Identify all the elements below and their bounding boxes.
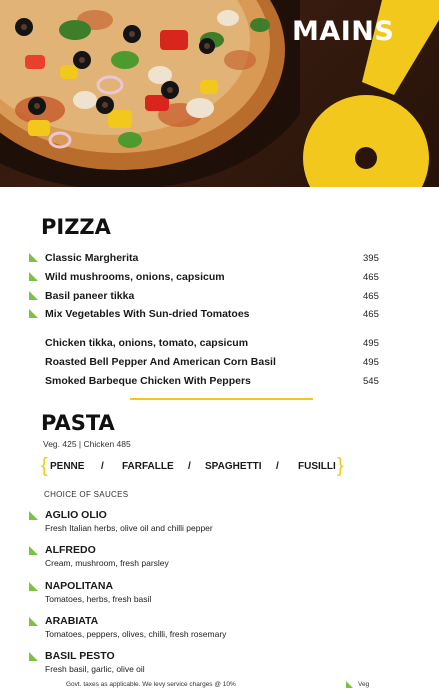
left-brace-icon: { [41,455,48,477]
veg-legend-label: Veg [358,681,370,688]
sauce-description: Fresh Italian herbs, olive oil and chill… [45,523,213,533]
item-price: 495 [363,357,379,368]
veg-indicator-icon [29,253,38,262]
sauce-description: Tomatoes, peppers, olives, chilli, fresh… [45,629,227,639]
pasta-type: SPAGHETTI [205,461,262,472]
pizza-item: Basil paneer tikka 465 [0,289,439,307]
separator: / [276,461,279,472]
sauce-item: NAPOLITANA Tomatoes, herbs, fresh basil [0,580,439,610]
separator: / [101,461,104,472]
veg-indicator-icon [29,582,38,591]
item-name: Smoked Barbeque Chicken With Peppers [45,375,251,387]
veg-indicator-icon [29,309,38,318]
item-name: Mix Vegetables With Sun-dried Tomatoes [45,308,250,320]
veg-indicator-icon [29,511,38,520]
item-name: Roasted Bell Pepper And American Corn Ba… [45,356,276,368]
veg-indicator-icon [29,291,38,300]
section-divider [130,398,313,400]
item-price: 495 [363,338,379,349]
sauce-name: NAPOLITANA [45,580,114,592]
pizza-item: Classic Margherita 395 [0,251,439,269]
sauce-heading: CHOICE OF SAUCES [44,490,129,499]
pizza-item: Roasted Bell Pepper And American Corn Ba… [0,355,439,373]
item-name: Basil paneer tikka [45,290,135,302]
pasta-types: { PENNE / FARFALLE / SPAGHETTI / FUSILLI… [41,456,344,478]
right-brace-icon: } [337,455,344,477]
page-title: MAINS [292,16,395,47]
pizza-photo [0,0,300,187]
item-price: 545 [363,376,379,387]
item-price: 465 [363,309,379,320]
separator: / [188,461,191,472]
sauce-name: ALFREDO [45,544,96,556]
pizza-item: Chicken tikka, onions, tomato, capsicum … [0,336,439,354]
sauce-description: Tomatoes, herbs, fresh basil [45,594,152,604]
sauce-description: Fresh basil, garlic, olive oil [45,664,145,674]
sauce-item: BASIL PESTO Fresh basil, garlic, olive o… [0,650,439,680]
veg-legend-icon [346,681,353,688]
pasta-prices: Veg. 425 | Chicken 485 [43,439,131,449]
item-name: Classic Margherita [45,252,139,264]
pizza-item: Smoked Barbeque Chicken With Peppers 545 [0,374,439,392]
veg-indicator-icon [29,272,38,281]
item-name: Wild mushrooms, onions, capsicum [45,271,225,283]
item-name: Chicken tikka, onions, tomato, capsicum [45,337,249,349]
sauce-item: ARABIATA Tomatoes, peppers, olives, chil… [0,615,439,645]
pizza-item: Mix Vegetables With Sun-dried Tomatoes 4… [0,307,439,325]
header-banner: MAINS [0,0,439,187]
pizza-item: Wild mushrooms, onions, capsicum 465 [0,270,439,288]
sauce-name: ARABIATA [45,615,99,627]
sauce-name: BASIL PESTO [45,650,115,662]
sauce-item: AGLIO OLIO Fresh Italian herbs, olive oi… [0,509,439,539]
veg-indicator-icon [29,546,38,555]
footer-note: Govt. taxes as applicable. We levy servi… [66,681,236,688]
item-price: 465 [363,272,379,283]
pasta-type: PENNE [50,461,85,472]
item-price: 395 [363,253,379,264]
veg-indicator-icon [29,652,38,661]
sauce-item: ALFREDO Cream, mushroom, fresh parsley [0,544,439,574]
veg-indicator-icon [29,617,38,626]
pasta-type: FUSILLI [298,461,336,472]
pasta-type: FARFALLE [122,461,174,472]
pasta-section-title: PASTA [41,411,115,435]
sauce-description: Cream, mushroom, fresh parsley [45,558,169,568]
pizza-section-title: PIZZA [41,215,111,239]
item-price: 465 [363,291,379,302]
sauce-name: AGLIO OLIO [45,509,107,521]
